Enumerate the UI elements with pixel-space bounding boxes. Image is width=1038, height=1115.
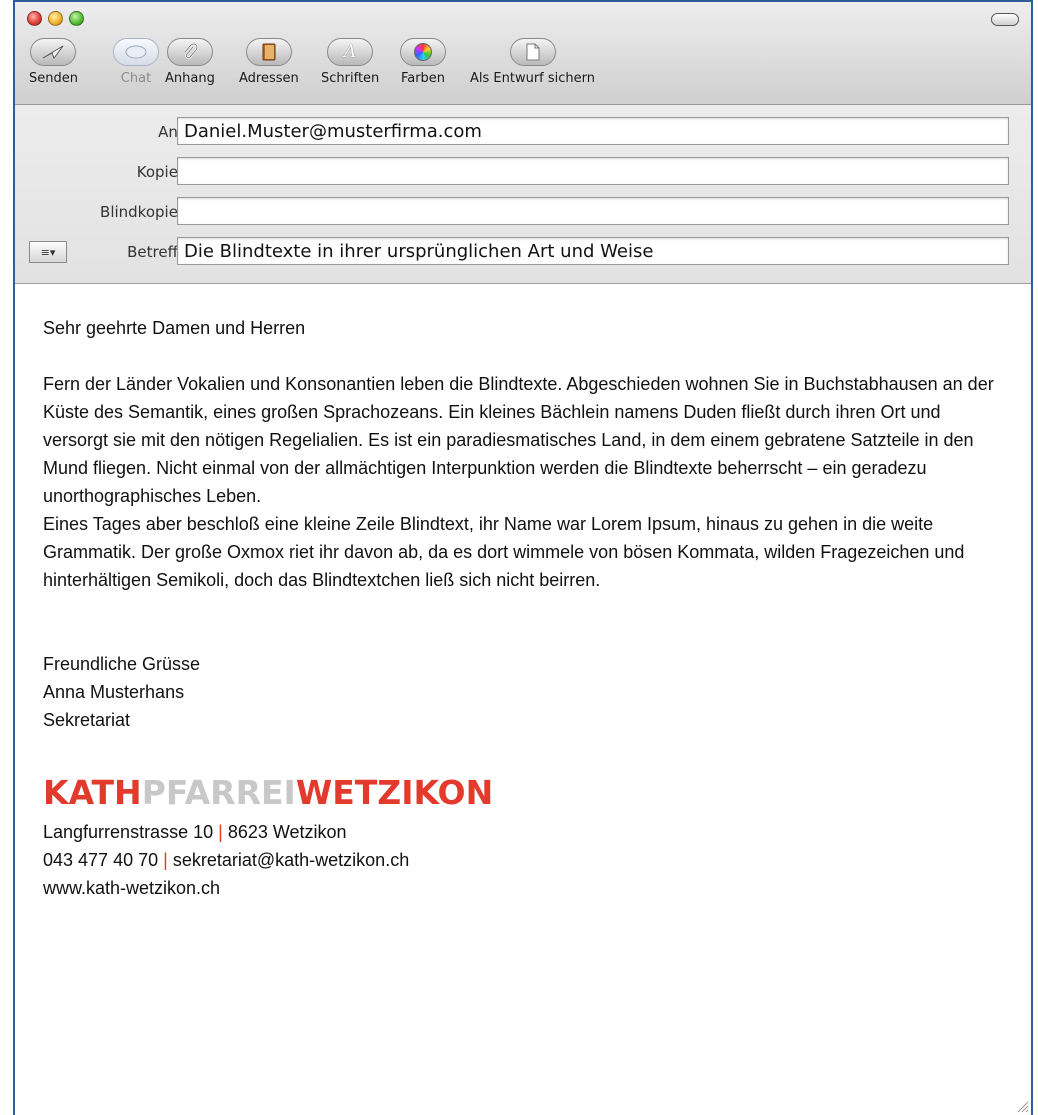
- minimize-button[interactable]: [48, 11, 63, 26]
- logo-kath: KATH: [43, 773, 142, 812]
- website-link[interactable]: www.kath-wetzikon.ch: [43, 874, 1003, 902]
- colors-icon: [400, 38, 446, 66]
- city: 8623 Wetzikon: [227, 822, 347, 842]
- send-label: Senden: [29, 71, 78, 86]
- contact-line: 043 477 40 70 | sekretariat@kath-wetziko…: [43, 846, 1003, 874]
- phone: 043 477 40 70: [43, 850, 159, 870]
- signature-logo: KATHPFARREIWETZIKON: [43, 774, 1003, 812]
- addresses-label: Adressen: [239, 71, 299, 86]
- colors-button[interactable]: Farben: [400, 38, 446, 86]
- signature-contact: Langfurrenstrasse 10 | 8623 Wetzikon 043…: [43, 818, 1003, 902]
- fonts-icon: A: [327, 38, 374, 66]
- closing: Freundliche Grüsse: [43, 654, 201, 674]
- attach-label: Anhang: [165, 71, 215, 86]
- format-menu-button[interactable]: ≡▾: [29, 241, 67, 263]
- format-menu-icon: ≡▾: [40, 245, 56, 259]
- send-button[interactable]: Senden: [29, 38, 78, 86]
- chat-icon: [113, 38, 159, 66]
- logo-wetzikon: WETZIKON: [295, 773, 494, 812]
- street: Langfurrenstrasse 10: [43, 822, 214, 842]
- attach-button[interactable]: Anhang: [165, 38, 215, 86]
- mail-compose-window: Senden Chat Anhang Adressen A Schriften …: [13, 0, 1033, 1115]
- cc-row: Kopie:: [15, 157, 1031, 187]
- bcc-label: Blindkopie:: [100, 203, 183, 221]
- separator: |: [218, 822, 223, 842]
- close-button[interactable]: [27, 11, 42, 26]
- to-row: An: Daniel.Muster@musterfirma.com: [15, 117, 1031, 147]
- sender-role: Sekretariat: [43, 710, 131, 730]
- colors-label: Farben: [400, 71, 446, 86]
- greeting: Sehr geehrte Damen und Herren: [43, 318, 306, 338]
- subject-row: ≡▾ Betreff: Die Blindtexte in ihrer ursp…: [15, 237, 1031, 267]
- title-bar: Senden Chat Anhang Adressen A Schriften …: [15, 2, 1031, 105]
- save-draft-icon: [509, 38, 556, 66]
- email-link[interactable]: sekretariat@kath-wetzikon.ch: [173, 850, 409, 870]
- address-book-icon: [245, 38, 292, 66]
- bcc-row: Blindkopie:: [15, 197, 1031, 227]
- subject-field[interactable]: Die Blindtexte in ihrer ursprünglichen A…: [177, 237, 1009, 265]
- message-body[interactable]: Sehr geehrte Damen und Herren Fern der L…: [15, 284, 1031, 1115]
- chat-label: Chat: [120, 71, 152, 86]
- save-draft-label: Als Entwurf sichern: [470, 71, 596, 86]
- bcc-field[interactable]: [177, 197, 1009, 225]
- toolbar-toggle-button[interactable]: [991, 13, 1019, 26]
- addresses-button[interactable]: Adressen: [239, 38, 299, 86]
- save-draft-button[interactable]: Als Entwurf sichern: [470, 38, 595, 86]
- send-icon: [30, 38, 77, 66]
- zoom-button[interactable]: [69, 11, 84, 26]
- body-paragraph-2: Eines Tages aber beschloß eine kleine Ze…: [43, 514, 965, 590]
- window-controls: [27, 11, 84, 26]
- logo-pfarrei: PFARREI: [141, 773, 296, 812]
- cc-field[interactable]: [177, 157, 1009, 185]
- to-field[interactable]: Daniel.Muster@musterfirma.com: [177, 117, 1009, 145]
- resize-grip-icon[interactable]: [1015, 1099, 1029, 1113]
- body-paragraph-1: Fern der Länder Vokalien und Konsonantie…: [43, 374, 994, 506]
- toolbar: Senden Chat Anhang Adressen A Schriften …: [15, 38, 1031, 100]
- fonts-label: Schriften: [321, 71, 380, 86]
- sender-name: Anna Musterhans: [43, 682, 185, 702]
- message-headers: An: Daniel.Muster@musterfirma.com Kopie:…: [15, 105, 1031, 284]
- chat-button[interactable]: Chat: [113, 38, 159, 86]
- address-line: Langfurrenstrasse 10 | 8623 Wetzikon: [43, 818, 1003, 846]
- separator: |: [163, 850, 168, 870]
- subject-label: Betreff:: [127, 243, 183, 261]
- fonts-button[interactable]: A Schriften: [321, 38, 379, 86]
- attachment-icon: [166, 38, 213, 66]
